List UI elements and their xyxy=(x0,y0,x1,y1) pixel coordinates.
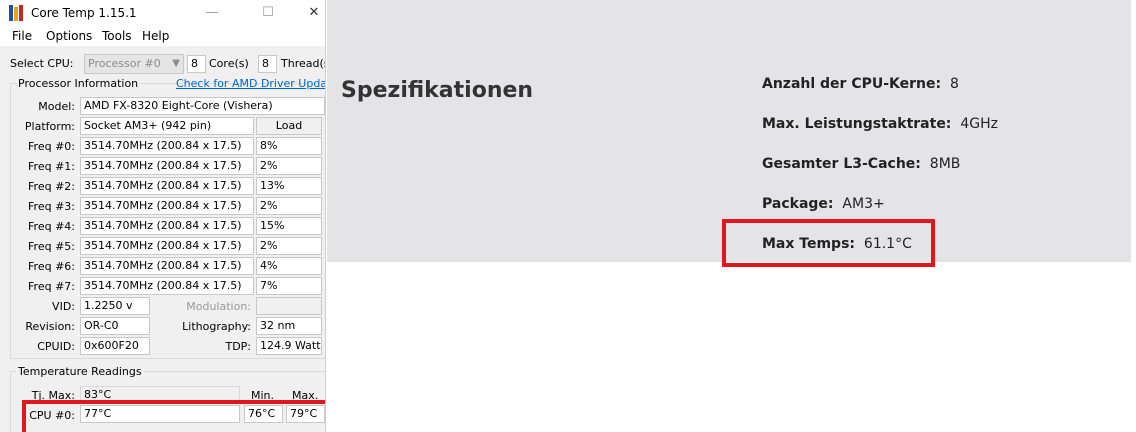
freq-label: Freq #3: xyxy=(28,200,75,213)
cpu-select-dropdown[interactable]: Processor #0 ▼ xyxy=(84,54,184,74)
freq-label: Freq #1: xyxy=(28,160,75,173)
spec-row-l3-cache: Gesamter L3-Cache: 8MB xyxy=(762,156,960,172)
lithography-label: Lithography: xyxy=(182,320,251,333)
spec-label: Anzahl der CPU-Kerne: xyxy=(762,76,942,92)
core-load-field: 15% xyxy=(256,217,322,235)
platform-label: Platform: xyxy=(24,120,75,133)
freq-value-field: 3514.70MHz (200.84 x 17.5) xyxy=(80,277,254,295)
menu-help[interactable]: Help xyxy=(142,29,169,43)
core-load-field: 8% xyxy=(256,137,322,155)
menu-tools[interactable]: Tools xyxy=(102,29,132,43)
freq-value-field: 3514.70MHz (200.84 x 17.5) xyxy=(80,157,254,175)
load-column-header: Load xyxy=(256,117,322,135)
spec-value: 4GHz xyxy=(960,116,998,132)
core-load-field: 7% xyxy=(256,277,322,295)
platform-field: Socket AM3+ (942 pin) xyxy=(80,117,254,135)
temperature-title: Temperature Readings xyxy=(16,365,144,378)
core-temp-app-icon xyxy=(9,5,23,21)
freq-value-field: 3514.70MHz (200.84 x 17.5) xyxy=(80,177,254,195)
vid-label: VID: xyxy=(52,300,75,313)
freq-label: Freq #7: xyxy=(28,280,75,293)
freq-value-field: 3514.70MHz (200.84 x 17.5) xyxy=(80,237,254,255)
cores-label: Core(s) xyxy=(209,57,249,70)
revision-field: OR-C0 xyxy=(80,317,150,335)
core-load-field: 2% xyxy=(256,197,322,215)
core-temp-window: Core Temp 1.15.1 — ☐ ✕ File Options Tool… xyxy=(0,0,326,432)
freq-value-field: 3514.70MHz (200.84 x 17.5) xyxy=(80,197,254,215)
select-cpu-label: Select CPU: xyxy=(10,57,74,70)
cpuid-field: 0x600F20 xyxy=(80,337,150,355)
core-load-field: 2% xyxy=(256,157,322,175)
vid-field: 1.2250 v xyxy=(80,297,150,315)
model-label: Model: xyxy=(38,100,75,113)
spec-label: Package: xyxy=(762,196,834,212)
spec-row-package: Package: AM3+ xyxy=(762,196,885,212)
revision-label: Revision: xyxy=(25,320,75,333)
modulation-label: Modulation: xyxy=(186,300,251,313)
freq-label: Freq #6: xyxy=(28,260,75,273)
cores-count: 8 xyxy=(187,55,206,73)
core-load-field: 4% xyxy=(256,257,322,275)
spec-row-cores: Anzahl der CPU-Kerne: 8 xyxy=(762,76,959,92)
close-button[interactable]: ✕ xyxy=(292,2,325,24)
spec-row-clock: Max. Leistungstaktrate: 4GHz xyxy=(762,116,998,132)
spec-title: Spezifikationen xyxy=(341,78,534,103)
menu-options[interactable]: Options xyxy=(46,29,92,43)
model-field: AMD FX-8320 Eight-Core (Vishera) xyxy=(80,97,325,115)
core-load-field: 13% xyxy=(256,177,322,195)
tdp-label: TDP: xyxy=(225,340,251,353)
modulation-field xyxy=(256,297,322,315)
window-title: Core Temp 1.15.1 xyxy=(31,6,137,20)
maximize-button[interactable]: ☐ xyxy=(246,2,290,24)
spec-value: 8MB xyxy=(929,156,961,172)
menu-bar: File Options Tools Help xyxy=(0,26,325,46)
processor-info-title: Processor Information xyxy=(16,77,141,90)
menu-file[interactable]: File xyxy=(12,29,32,43)
freq-value-field: 3514.70MHz (200.84 x 17.5) xyxy=(80,137,254,155)
spec-value: AM3+ xyxy=(842,196,885,212)
cpu-select-value: Processor #0 xyxy=(88,57,161,70)
spec-label: Gesamter L3-Cache: xyxy=(762,156,921,172)
chevron-down-icon: ▼ xyxy=(172,58,180,69)
amd-driver-update-link[interactable]: Check for AMD Driver Updates xyxy=(176,77,325,90)
minimize-button[interactable]: — xyxy=(190,2,234,24)
freq-label: Freq #2: xyxy=(28,180,75,193)
spec-label: Max. Leistungstaktrate: xyxy=(762,116,952,132)
title-bar: Core Temp 1.15.1 — ☐ ✕ xyxy=(0,0,325,26)
tdp-field: 124.9 Watts xyxy=(256,337,322,355)
freq-label: Freq #5: xyxy=(28,240,75,253)
freq-label: Freq #4: xyxy=(28,220,75,233)
cpu0-highlight-box xyxy=(22,400,325,432)
cpuid-label: CPUID: xyxy=(37,340,75,353)
threads-count: 8 xyxy=(258,55,277,73)
lithography-field: 32 nm xyxy=(256,317,322,335)
spec-value: 8 xyxy=(950,76,959,92)
freq-value-field: 3514.70MHz (200.84 x 17.5) xyxy=(80,217,254,235)
max-temps-highlight-box xyxy=(722,219,935,267)
freq-label: Freq #0: xyxy=(28,140,75,153)
threads-label: Thread(s xyxy=(281,57,326,70)
freq-value-field: 3514.70MHz (200.84 x 17.5) xyxy=(80,257,254,275)
core-load-field: 2% xyxy=(256,237,322,255)
